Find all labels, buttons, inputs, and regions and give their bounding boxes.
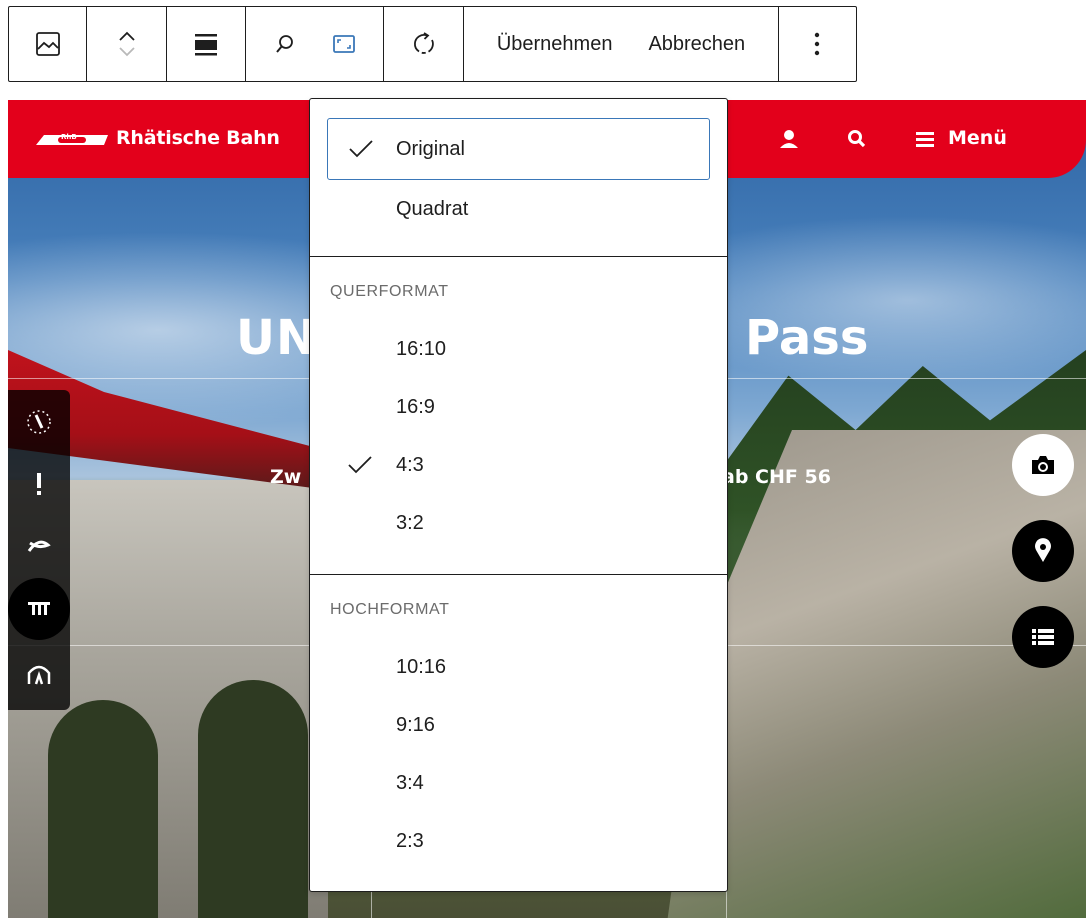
user-icon bbox=[780, 130, 798, 148]
menu-item-label: 3:2 bbox=[396, 511, 424, 534]
list-icon bbox=[1032, 629, 1054, 645]
rail-stations[interactable] bbox=[8, 578, 70, 640]
menu-item-3-4[interactable]: 3:4 bbox=[310, 754, 727, 812]
menu-item-label: 9:16 bbox=[396, 713, 435, 736]
menu-item-16-9[interactable]: 16:9 bbox=[310, 378, 727, 436]
camera-icon bbox=[1032, 456, 1054, 474]
chevron-up-icon bbox=[118, 31, 135, 41]
alert-icon bbox=[37, 473, 41, 495]
menu-toggle[interactable] bbox=[912, 126, 938, 152]
menu-heading-portrait: HOCHFORMAT bbox=[330, 601, 450, 618]
clock-icon bbox=[27, 410, 51, 434]
menu-item-4-3[interactable]: 4:3 bbox=[310, 436, 727, 494]
menu-item-16-10[interactable]: 16:10 bbox=[310, 320, 727, 378]
more-options-button[interactable] bbox=[814, 31, 820, 57]
menu-item-label: Original bbox=[396, 137, 465, 160]
menu-section-portrait: HOCHFORMAT 10:16 9:16 3:4 2:3 bbox=[310, 575, 727, 890]
rotate-button[interactable] bbox=[411, 31, 437, 57]
location-button[interactable] bbox=[1012, 520, 1074, 582]
menu-item-3-2[interactable]: 3:2 bbox=[310, 494, 727, 552]
kebab-menu-icon bbox=[814, 32, 820, 56]
search-icon bbox=[848, 130, 866, 148]
menu-item-square[interactable]: Quadrat bbox=[310, 180, 727, 238]
menu-item-label: 16:10 bbox=[396, 337, 447, 360]
menu-item-9-16[interactable]: 9:16 bbox=[310, 696, 727, 754]
menu-item-label: 16:9 bbox=[396, 395, 435, 418]
route-icon bbox=[27, 540, 51, 552]
aspect-ratio-menu: Original Quadrat QUERFORMAT 16:10 16:9 4… bbox=[309, 98, 728, 892]
tunnel-icon bbox=[27, 665, 51, 685]
menu-item-label: 2:3 bbox=[396, 829, 424, 852]
zoom-button[interactable] bbox=[274, 33, 296, 55]
zoom-icon bbox=[275, 35, 293, 53]
user-button[interactable] bbox=[776, 126, 802, 152]
aspect-ratio-button[interactable] bbox=[332, 33, 356, 55]
rail-timetable[interactable] bbox=[8, 394, 70, 450]
move-down-button[interactable] bbox=[118, 46, 136, 58]
crop-tools-group bbox=[246, 7, 384, 81]
site-logo-text[interactable]: Rhätische Bahn bbox=[116, 127, 280, 149]
crop-actions-group: Übernehmen Abbrechen bbox=[464, 7, 779, 81]
hamburger-icon bbox=[916, 132, 934, 147]
hero-subtitle-left: Zw bbox=[270, 466, 302, 488]
logo-badge: RhB bbox=[61, 133, 77, 141]
aspect-ratio-icon bbox=[332, 35, 355, 53]
rail-tunnels[interactable] bbox=[8, 646, 70, 702]
align-button[interactable] bbox=[193, 31, 219, 57]
align-icon bbox=[195, 34, 217, 56]
rail-routes[interactable] bbox=[8, 518, 70, 574]
location-pin-icon bbox=[1035, 538, 1051, 562]
chevron-down-icon bbox=[118, 47, 135, 57]
side-rail bbox=[8, 390, 70, 710]
menu-item-2-3[interactable]: 2:3 bbox=[310, 812, 727, 870]
menu-item-10-16[interactable]: 10:16 bbox=[310, 638, 727, 696]
menu-item-label: 10:16 bbox=[396, 655, 447, 678]
more-group bbox=[779, 7, 855, 81]
align-group bbox=[167, 7, 246, 81]
apply-button[interactable]: Übernehmen bbox=[479, 6, 631, 82]
menu-section-basic: Original Quadrat bbox=[310, 99, 727, 257]
rotate-icon bbox=[413, 32, 434, 54]
hero-title-left: UN bbox=[236, 310, 318, 366]
move-group bbox=[87, 7, 167, 81]
image-icon bbox=[35, 32, 60, 56]
menu-section-landscape: QUERFORMAT 16:10 16:9 4:3 3:2 bbox=[310, 257, 727, 575]
list-button[interactable] bbox=[1012, 606, 1074, 668]
menu-item-label: 3:4 bbox=[396, 771, 424, 794]
move-up-button[interactable] bbox=[118, 30, 136, 42]
site-search-button[interactable] bbox=[844, 126, 870, 152]
menu-item-original[interactable]: Original bbox=[327, 118, 710, 180]
image-block-button[interactable] bbox=[35, 31, 61, 57]
menu-item-label: 4:3 bbox=[396, 453, 424, 476]
rotate-group bbox=[384, 7, 464, 81]
block-type-group bbox=[9, 7, 87, 81]
check-icon bbox=[349, 140, 373, 158]
rail-alerts[interactable] bbox=[8, 456, 70, 512]
gallery-button[interactable] bbox=[1012, 434, 1074, 496]
hero-title-right: Pass bbox=[745, 310, 869, 366]
block-toolbar: Übernehmen Abbrechen bbox=[8, 6, 857, 82]
check-icon bbox=[348, 456, 372, 474]
menu-item-label: Quadrat bbox=[396, 197, 469, 220]
menu-heading-landscape: QUERFORMAT bbox=[330, 283, 449, 300]
menu-label[interactable]: Menü bbox=[948, 127, 1007, 149]
station-icon bbox=[28, 602, 50, 615]
cancel-button[interactable]: Abbrechen bbox=[630, 6, 763, 82]
hero-subtitle-right: ab CHF 56 bbox=[722, 466, 831, 488]
